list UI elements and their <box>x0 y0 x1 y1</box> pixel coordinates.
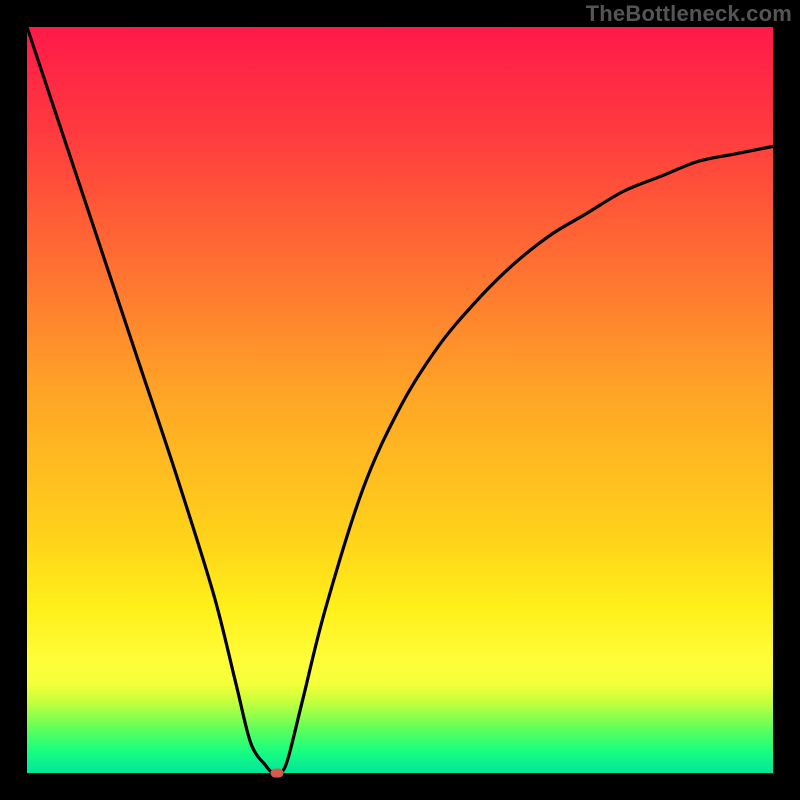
chart-frame: TheBottleneck.com <box>0 0 800 800</box>
watermark-label: TheBottleneck.com <box>586 1 792 27</box>
optimum-marker <box>270 769 283 778</box>
plot-area <box>27 27 773 773</box>
